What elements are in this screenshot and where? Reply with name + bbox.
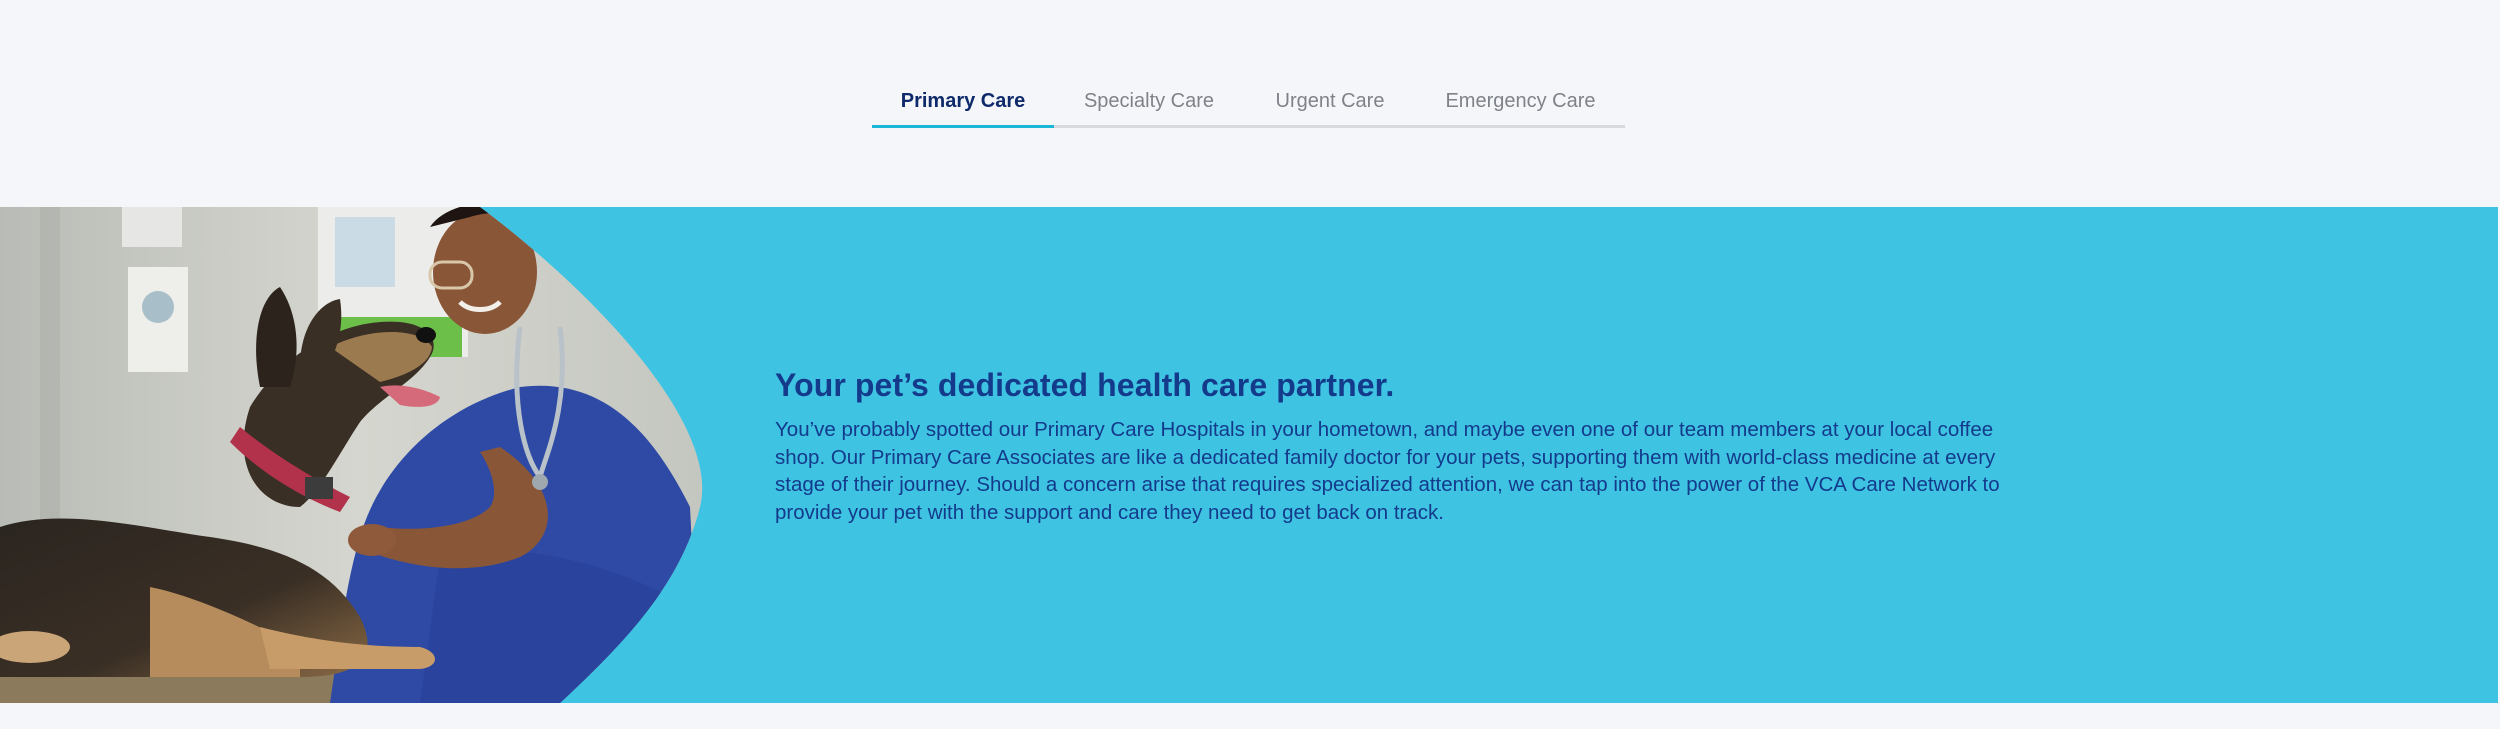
tab-urgent-care[interactable]: Urgent Care xyxy=(1244,78,1416,125)
tab-primary-care[interactable]: Primary Care xyxy=(872,78,1054,128)
page: Primary Care Specialty Care Urgent Care … xyxy=(0,0,2500,729)
care-type-tabs: Primary Care Specialty Care Urgent Care … xyxy=(872,78,1625,128)
tab-emergency-care[interactable]: Emergency Care xyxy=(1416,78,1625,125)
tab-specialty-care[interactable]: Specialty Care xyxy=(1054,78,1244,125)
hero-copy: Your pet’s dedicated health care partner… xyxy=(775,367,2005,526)
vet-with-dog-photo xyxy=(0,207,703,703)
primary-care-panel: Your pet’s dedicated health care partner… xyxy=(0,207,2498,703)
hero-headline: Your pet’s dedicated health care partner… xyxy=(775,367,1395,403)
hero-description: You’ve probably spotted our Primary Care… xyxy=(775,418,2000,524)
